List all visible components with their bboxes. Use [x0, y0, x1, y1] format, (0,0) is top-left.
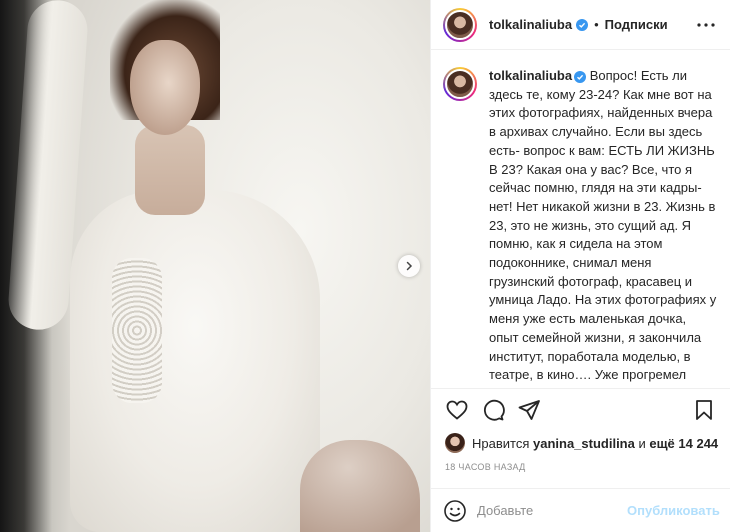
photo-figure-neck — [135, 125, 205, 215]
caption-author-avatar[interactable] — [443, 67, 477, 101]
comment-icon — [483, 399, 505, 421]
following-button[interactable]: Подписки — [605, 17, 668, 32]
verified-icon — [574, 71, 587, 83]
liker-avatar[interactable] — [445, 433, 465, 453]
post-actions — [431, 388, 730, 430]
publish-button[interactable]: Опубликовать — [627, 503, 720, 518]
photo-dress-lace — [112, 258, 162, 403]
comment-button[interactable] — [475, 392, 511, 428]
author-username[interactable]: tolkalinaliuba — [489, 17, 572, 32]
photo-figure-dress — [70, 190, 320, 532]
post-timestamp[interactable]: 18 часов назад — [445, 462, 526, 472]
caption: tolkalinaliuba Вопрос! Есть ли здесь те,… — [489, 67, 717, 388]
caption-area: tolkalinaliuba Вопрос! Есть ли здесь те,… — [431, 51, 730, 388]
liker-username[interactable]: yanina_studilina — [533, 436, 635, 451]
comment-input[interactable] — [477, 503, 627, 518]
caption-body: Вопрос! Есть ли здесь те, кому 23-24? Ка… — [489, 68, 717, 388]
caption-author-avatar-image — [445, 69, 475, 99]
next-photo-button[interactable] — [398, 255, 420, 277]
likes-count-link[interactable]: ещё 14 244 — [649, 436, 718, 451]
author-avatar-image — [445, 9, 475, 40]
photo-figure-leg — [300, 440, 420, 532]
caption-username[interactable]: tolkalinaliuba — [489, 68, 572, 83]
like-button[interactable] — [439, 392, 475, 428]
bookmark-icon — [696, 399, 712, 420]
comment-bar: Опубликовать — [431, 488, 730, 532]
save-button[interactable] — [686, 392, 722, 428]
header-separator: • — [594, 17, 599, 32]
likes-summary: Нравится yanina_studilina и ещё 14 244 — [445, 432, 718, 454]
photo-figure-face — [130, 40, 200, 135]
chevron-right-icon — [406, 261, 413, 271]
likes-conjunction: и — [634, 435, 650, 451]
share-button[interactable] — [511, 392, 547, 428]
post-sidebar: tolkalinaliuba • Подписки tolkalinaliuba… — [431, 0, 730, 532]
emoji-button[interactable] — [443, 497, 467, 525]
more-icon — [697, 22, 715, 27]
post-photo[interactable] — [0, 0, 430, 532]
emoji-icon — [444, 499, 466, 522]
more-options-button[interactable] — [694, 13, 718, 37]
likes-prefix: Нравится — [472, 435, 533, 451]
author-avatar[interactable] — [443, 7, 477, 42]
heart-icon — [446, 400, 468, 420]
verified-icon — [576, 18, 589, 31]
share-icon — [518, 399, 540, 420]
post-header: tolkalinaliuba • Подписки — [431, 0, 730, 50]
